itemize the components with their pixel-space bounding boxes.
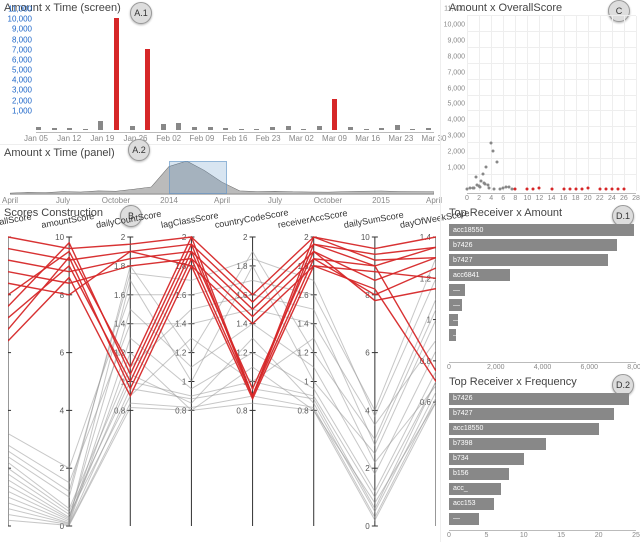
svg-text:1.4: 1.4 [236, 320, 248, 329]
panel-amount-time-screen: Amount x Time (screen) A.1 1,0002,0003,0… [0, 0, 440, 145]
panel-top-receiver-amount: Top Receiver x Amount D.1 acc18550b7426b… [445, 205, 640, 374]
svg-text:0: 0 [365, 522, 370, 531]
panel-title: Amount x Time (panel) [0, 145, 440, 161]
b-svg: 051015202502468100.811.21.41.61.820.811.… [8, 223, 436, 538]
b-chart[interactable]: 051015202502468100.811.21.41.61.820.811.… [8, 223, 436, 538]
panel-top-receiver: Top Receiver x Amount D.1 acc18550b7426b… [440, 205, 640, 542]
a1-bars [36, 18, 434, 130]
d1-bars[interactable]: acc18550b7426b7427acc6841———— [449, 223, 636, 360]
svg-text:10: 10 [361, 233, 371, 242]
c-yaxis: 1,0002,0003,0004,0005,0006,0007,0008,000… [443, 16, 467, 191]
svg-text:2: 2 [304, 233, 309, 242]
svg-text:10: 10 [55, 233, 65, 242]
svg-text:2: 2 [243, 233, 248, 242]
svg-text:0.8: 0.8 [297, 406, 309, 415]
svg-text:0.8: 0.8 [236, 406, 248, 415]
a2-chart[interactable] [10, 161, 434, 194]
c-xaxis: 0246810121416182022242628 [467, 193, 636, 205]
a2-brush[interactable] [169, 161, 227, 194]
svg-text:6: 6 [365, 349, 370, 358]
a1-chart[interactable] [36, 18, 434, 130]
panel-amount-time-panel: Amount x Time (panel) A.2 AprilJulyOctob… [0, 145, 440, 205]
d2-xaxis: 0510152025 [449, 530, 636, 542]
svg-text:4: 4 [60, 406, 65, 415]
panel-title: Top Receiver x Frequency [445, 374, 640, 390]
d1-xaxis: 02,0004,0006,0008,000 [449, 362, 636, 374]
svg-text:1.2: 1.2 [420, 274, 432, 283]
badge-A2: A.2 [128, 139, 150, 161]
svg-text:1.4: 1.4 [175, 320, 187, 329]
dashboard: Amount x Time (screen) A.1 1,0002,0003,0… [0, 0, 640, 542]
d2-bars[interactable]: b7426b7427acc18550b7398b734b156acc_acc15… [449, 392, 636, 529]
a1-xaxis: Jan 05Jan 12Jan 19Jan 26Feb 02Feb 09Feb … [36, 132, 434, 144]
panel-title: Amount x Time (screen) [0, 0, 440, 16]
svg-text:2: 2 [121, 233, 126, 242]
a2-xaxis: AprilJulyOctober2014AprilJulyOctober2015… [10, 194, 434, 204]
panel-title: Top Receiver x Amount [445, 205, 640, 221]
panel-amount-overallscore: Amount x OverallScore C 1,0002,0003,0004… [440, 0, 640, 205]
panel-top-receiver-frequency: Top Receiver x Frequency D.2 b7426b7427a… [445, 374, 640, 542]
svg-text:6: 6 [60, 349, 65, 358]
svg-text:8: 8 [60, 291, 65, 300]
panel-scores-construction: Scores Construction B 051015202502468100… [0, 205, 440, 542]
c-chart[interactable] [467, 16, 636, 191]
svg-text:0.8: 0.8 [175, 406, 187, 415]
a1-yaxis: 1,0002,0003,0004,0005,0006,0007,0008,000… [0, 18, 34, 130]
